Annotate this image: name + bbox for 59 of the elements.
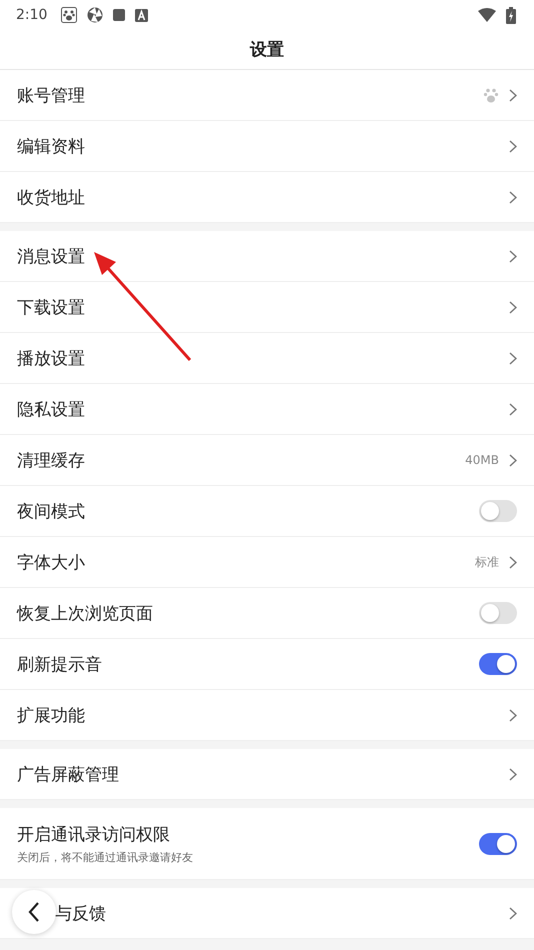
settings-row[interactable]: 开启通讯录访问权限 关闭后，将不能通过通讯录邀请好友 (0, 808, 534, 880)
settings-row[interactable]: 夜间模式 (0, 486, 534, 537)
chevron-right-icon (509, 402, 517, 416)
back-icon (28, 902, 40, 922)
row-label: 开启通讯录访问权限 (17, 824, 171, 846)
row-label: 下载设置 (17, 296, 86, 318)
settings-row[interactable]: 刷新提示音 (0, 639, 534, 690)
settings-row[interactable]: 下载设置 (0, 282, 534, 333)
row-label: 广告屏蔽管理 (17, 764, 120, 786)
toggle-switch[interactable] (479, 653, 517, 675)
chevron-right-icon (509, 556, 517, 568)
settings-row[interactable]: 收货地址 (0, 172, 534, 223)
settings-row[interactable]: 编辑资料 (0, 121, 534, 172)
battery-icon (506, 6, 516, 24)
toggle-switch[interactable] (479, 602, 517, 624)
row-label: 字体大小 (17, 552, 86, 574)
chevron-right-icon (509, 88, 517, 102)
settings-row[interactable]: 扩展功能 (0, 690, 534, 741)
row-label: 收货地址 (17, 186, 86, 208)
chevron-right-icon (509, 140, 517, 152)
row-label: 夜间模式 (17, 500, 86, 522)
row-label: 与反馈 (55, 902, 107, 924)
chevron-right-icon (509, 708, 517, 722)
settings-row[interactable]: 恢复上次浏览页面 (0, 588, 534, 639)
chevron-right-icon (509, 250, 517, 262)
row-label: 编辑资料 (17, 136, 86, 158)
row-label: 恢复上次浏览页面 (17, 602, 154, 624)
row-label: 刷新提示音 (17, 654, 103, 676)
chevron-right-icon (509, 768, 517, 780)
settings-row[interactable]: 播放设置 (0, 333, 534, 384)
chevron-right-icon (509, 454, 517, 466)
settings-row[interactable]: 字体大小 标准 (0, 537, 534, 588)
row-label: 隐私设置 (17, 398, 86, 420)
row-value: 40MB (465, 453, 499, 467)
square-icon (113, 9, 126, 21)
chevron-right-icon (509, 300, 517, 314)
page-title: 设置 (250, 39, 284, 61)
toggle-switch[interactable] (479, 500, 517, 522)
chevron-right-icon (509, 352, 517, 364)
settings-row[interactable]: 广告屏蔽管理 (0, 749, 534, 800)
row-label: 账号管理 (17, 84, 86, 106)
row-label: 播放设置 (17, 348, 86, 370)
settings-row[interactable]: 隐私设置 (0, 384, 534, 435)
paw-icon (483, 87, 499, 103)
row-subtitle: 关闭后，将不能通过通讯录邀请好友 (17, 850, 194, 864)
a-letter-icon (135, 8, 148, 22)
status-time: 2:10 (16, 7, 48, 23)
toggle-switch[interactable] (479, 832, 517, 854)
row-label: 消息设置 (17, 246, 86, 268)
settings-row[interactable]: 账号管理 (0, 70, 534, 121)
wifi-icon (478, 8, 496, 22)
chevron-right-icon (509, 906, 517, 920)
settings-row[interactable]: 清理缓存 40MB (0, 435, 534, 486)
row-value: 标准 (475, 554, 499, 570)
row-label: 扩展功能 (17, 704, 86, 726)
row-label: 清理缓存 (17, 450, 86, 472)
aperture-icon (87, 7, 104, 23)
paw-icon (61, 7, 78, 23)
chevron-right-icon (509, 190, 517, 204)
